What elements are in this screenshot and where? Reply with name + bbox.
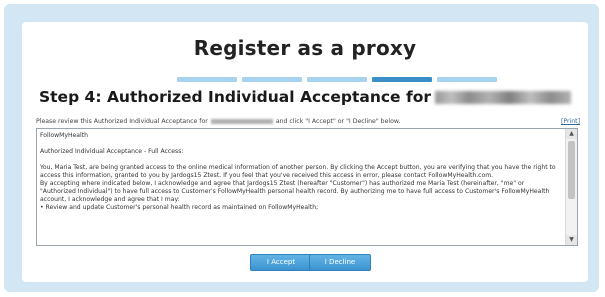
agreement-scrollbar[interactable]: ▲ ▼ (565, 129, 577, 245)
agreement-paragraph-2: By accepting where indicated below, I ac… (40, 180, 550, 203)
agreement-paragraph-1: You, Maria Test, are being granted acces… (40, 164, 556, 179)
redacted-patient-name (435, 91, 571, 104)
step-segment-5 (437, 77, 497, 82)
agreement-subheading: Authorized Individual Acceptance - Full … (40, 148, 184, 155)
accept-button[interactable]: I Accept (250, 254, 312, 271)
dialog-frame: Register as a proxy Step 4: Authorized I… (4, 4, 599, 292)
scroll-up-icon[interactable]: ▲ (566, 129, 577, 139)
step-segment-1 (177, 77, 237, 82)
scrollbar-thumb[interactable] (568, 141, 575, 199)
agreement-textbox[interactable]: FollowMyHealth Authorized Individual Acc… (36, 128, 578, 246)
agreement-content: FollowMyHealth Authorized Individual Acc… (40, 132, 558, 212)
agreement-bullet-1: • Review and update Customer's personal … (40, 204, 319, 211)
instruction-text-before: Please review this Authorized Individual… (36, 118, 208, 125)
instruction-line: Please review this Authorized Individual… (36, 118, 580, 125)
step-heading: Step 4: Authorized Individual Acceptance… (22, 88, 588, 106)
print-link[interactable]: [Print] (561, 118, 580, 125)
step-segment-4-current (372, 77, 432, 82)
step-heading-text: Step 4: Authorized Individual Acceptance… (38, 88, 431, 106)
step-segment-3 (307, 77, 367, 82)
registration-panel: Register as a proxy Step 4: Authorized I… (22, 22, 588, 282)
redacted-patient-name-small (210, 118, 273, 124)
step-progress (177, 77, 497, 82)
decline-button[interactable]: I Decline (309, 254, 371, 271)
scroll-down-icon[interactable]: ▼ (566, 235, 577, 245)
instruction-text-after: and click "I Accept" or "I Decline" belo… (275, 118, 401, 125)
agreement-heading: FollowMyHealth (40, 132, 88, 139)
step-segment-2 (242, 77, 302, 82)
page-title: Register as a proxy (193, 36, 417, 60)
